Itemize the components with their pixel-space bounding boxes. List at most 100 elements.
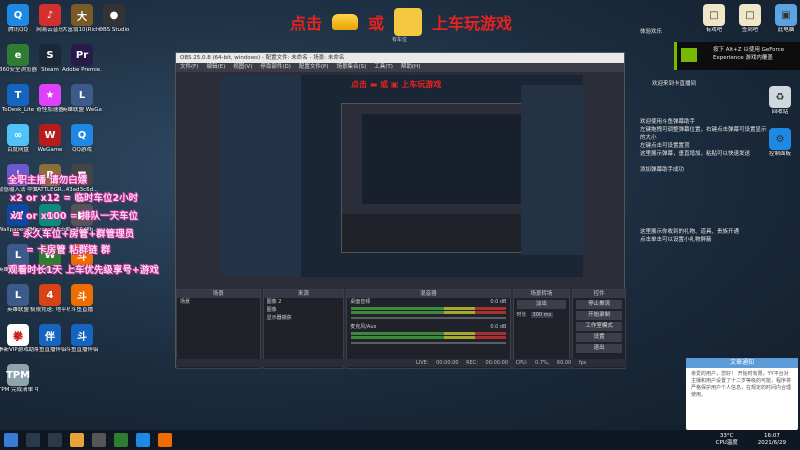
notification-body: 亲爱的用户，您好！ 开始时有限，YY平台对主播和用户设置了十二岁等级的可能，程序… [691, 371, 792, 398]
volume-slider[interactable] [351, 342, 506, 344]
seat-caption: 有车位 [392, 37, 408, 43]
source-item[interactable]: 图像 2 [264, 298, 344, 306]
app-icon-glyph: L [71, 84, 93, 106]
controls-dock: 控件 停止推流开始录制工作室模式设置退出 [572, 289, 626, 369]
clock[interactable]: 16:07 2021/6/29 [758, 433, 786, 447]
obs-preview[interactable]: 点击 ▬ 或 ▣ 上车玩游戏 [221, 75, 583, 277]
controls-dock-title: 控件 [573, 290, 625, 298]
obs-control-button[interactable]: 停止推流 [576, 300, 622, 309]
desktop-app-icon[interactable]: Pr Adobe Premie... [62, 44, 102, 74]
sources-dock-title: 来源 [263, 290, 344, 298]
app-icon-glyph: L [7, 284, 29, 306]
app-icon-label: QQ游戏 [72, 147, 92, 153]
obs-menu-item[interactable]: 文件(F) [180, 63, 198, 72]
notification-title: 文章通知 [686, 358, 798, 368]
douyu-taskbar-icon[interactable] [158, 433, 172, 447]
app-icon-glyph: e [7, 44, 29, 66]
folder-icon[interactable] [70, 433, 84, 447]
desktop-app-icon[interactable]: TPMTPM 完成清单 中文版 [0, 364, 38, 394]
cpu-temp: 33°C CPU温度 [716, 433, 738, 447]
obs-window[interactable]: OBS 25.0.8 (64-bit, windows) - 配置文件: 未命名… [175, 52, 626, 369]
overlay-line: = 永久车位+房管+群管理员 [12, 229, 135, 240]
obs-taskbar-icon[interactable] [92, 433, 106, 447]
mixer-channel-level: 0.0 dB [490, 324, 507, 330]
app-icon-label: TPM 完成清单 中文版 [0, 387, 38, 393]
app-icon-label: 斗鱼直播 [70, 307, 93, 313]
panel-line: 左键点击可设置置顶 [640, 143, 690, 149]
app-icon-glyph: W [39, 124, 61, 146]
duration-input[interactable]: 300 ms [530, 312, 554, 318]
panel-line: 点击单击可以设置小礼物屏蔽 [640, 237, 712, 243]
obs-status-bar: LIVE: 00:00:00 REC: 00:00:00 CPU: 0.7%, … [176, 359, 626, 367]
nvidia-toast: 按下 Alt+Z 以使用 GeForce Experience 游戏内覆盖 [674, 42, 800, 70]
mixer-channel: 麦克风/Aux 0.0 dB [347, 323, 509, 331]
qq-taskbar-icon[interactable] [136, 433, 150, 447]
scene-item[interactable]: 场景 [177, 298, 260, 306]
app-icon-glyph: ● [103, 4, 125, 26]
desktop-app-icon[interactable]: ● OBS Studio [94, 4, 134, 34]
volume-slider[interactable] [351, 317, 506, 319]
nested-obs-window [341, 103, 552, 253]
source-item[interactable]: 显示器捕获 [264, 314, 344, 322]
mixer-dock: 混音器 桌面音频 0.0 dB 麦克风/Aux 0.0 dB [346, 289, 511, 369]
taskbar: 33°C CPU温度 16:07 2021/6/29 [0, 430, 800, 450]
obs-control-button[interactable]: 退出 [576, 344, 622, 353]
nvidia-logo-icon [681, 48, 697, 62]
overlay-line: 观看时长1天 上车优先级享号+游戏 [8, 265, 159, 276]
obs-control-button[interactable]: 工作室模式 [576, 322, 622, 331]
panel-line: 欢迎使用斗鱼弹幕助手 [640, 119, 696, 125]
mixer-channel-name: 麦克风/Aux [350, 324, 377, 330]
source-item[interactable]: 图像 [264, 306, 344, 314]
clock-time: 16:07 [763, 433, 780, 439]
desktop-app-icon[interactable]: 斗斗鱼直播伴侣 [62, 324, 102, 354]
transition-dock-title: 场景转场 [513, 290, 570, 298]
app-icon-glyph: 伴 [39, 324, 61, 346]
app-icon-glyph: ∞ [7, 124, 29, 146]
app-icon-glyph: T [7, 84, 29, 106]
obs-title-bar: OBS 25.0.8 (64-bit, windows) - 配置文件: 未命名… [176, 53, 624, 63]
obs-menu-item[interactable]: 场景集合(S) [336, 63, 366, 72]
panel-line: 这里展示弹幕，垂直增加，粘贴可以快速发送 [640, 151, 751, 157]
obs-menu-item[interactable]: 编辑(E) [206, 63, 225, 72]
notification-popup[interactable]: 文章通知 亲爱的用户，您好！ 开始时有限，YY平台对主播和用户设置了十二岁等级的… [686, 358, 798, 430]
overlay-line: x2 or x12 = 临时车位2小时 [10, 193, 139, 204]
sources-dock: 来源 图像 2 图像 显示器捕获 + − ⚙ ∧ ∨ [262, 289, 345, 369]
preview-icon-column [221, 75, 301, 277]
obs-menu-item[interactable]: 工具(T) [374, 63, 393, 72]
obs-control-button[interactable]: 开始录制 [576, 311, 622, 320]
app-icon-glyph: 拳 [7, 324, 29, 346]
panel-line: 左键拖拽可调整弹幕位置，右键点击弹幕可设置显示的大小 [640, 127, 767, 141]
obs-menu-item[interactable]: 视图(V) [233, 63, 252, 72]
obs-menu-item[interactable]: 帮助(H) [401, 63, 420, 72]
app-icon-glyph: 斗 [71, 284, 93, 306]
task-view-icon[interactable] [48, 433, 62, 447]
obs-control-button[interactable]: 设置 [576, 333, 622, 342]
app-icon-glyph: S [39, 44, 61, 66]
app-icon-glyph: TPM [6, 364, 30, 386]
desktop-app-icon[interactable]: L英雄联盟 WeGame版 [62, 84, 102, 114]
search-icon[interactable] [26, 433, 40, 447]
transition-select[interactable]: 淡出 [516, 300, 567, 309]
mixer-channel-level: 0.0 dB [490, 299, 507, 305]
desktop-app-icon[interactable]: Q QQ游戏 [62, 124, 102, 154]
obs-menu-bar: 文件(F) 编辑(E) 视图(V) 停靠部件(D) 配置文件(P) 场景集合(S) 工具(T… [176, 63, 624, 72]
obs-menu-item[interactable]: 停靠部件(D) [260, 63, 291, 72]
banner-click-text: 点击 [290, 14, 323, 33]
cpu-temp-value: 33°C [719, 433, 734, 439]
wechat-taskbar-icon[interactable] [114, 433, 128, 447]
obs-docks: 场景 场景 + − ∧ ∨ 来源 图像 2 图像 显示器捕获 + − ⚙ ∧ ∨… [176, 289, 626, 369]
controls-list: 停止推流开始录制工作室模式设置退出 [573, 300, 625, 353]
scenes-dock-title: 场景 [177, 290, 260, 298]
start-icon[interactable] [4, 433, 18, 447]
preview-banner: 点击 ▬ 或 ▣ 上车玩游戏 [351, 80, 442, 89]
obs-menu-item[interactable]: 配置文件(P) [299, 63, 329, 72]
app-icon-glyph: Q [71, 124, 93, 146]
overlay-line: = 卡房管 粘群链 群 [26, 245, 111, 256]
duration-row: 时长 300 ms [514, 311, 570, 319]
scenes-dock: 场景 场景 + − ∧ ∨ [176, 289, 261, 369]
cpu-temp-label: CPU温度 [715, 440, 738, 446]
panel-line: 这里展示你收到的礼物、道具、贵族开通 [640, 229, 740, 235]
desktop-app-icon[interactable]: 斗斗鱼直播 [62, 284, 102, 314]
overlay-line: 全职主播 请勿白嫖 [8, 175, 88, 186]
volume-meter [351, 307, 506, 310]
